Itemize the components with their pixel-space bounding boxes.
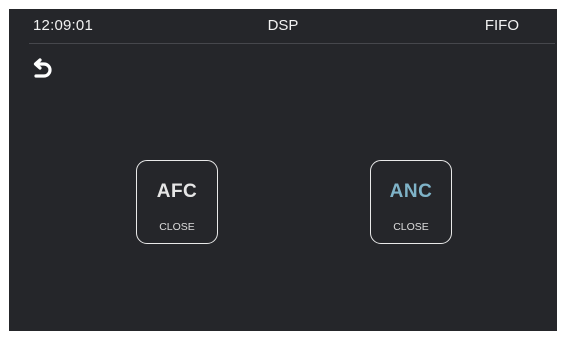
mode-label: FIFO [484, 17, 519, 34]
anc-status: CLOSE [393, 221, 429, 233]
back-button[interactable] [31, 58, 55, 84]
back-arrow-icon [33, 58, 52, 78]
anc-label: ANC [389, 181, 433, 202]
status-divider [29, 43, 555, 44]
status-bar: 12:09:01 DSP FIFO [9, 9, 557, 43]
dsp-screen: 12:09:01 DSP FIFO AFC CLOSE ANC CLOSE [9, 9, 557, 331]
screen-title: DSP [267, 17, 299, 34]
anc-toggle-button[interactable]: ANC CLOSE [370, 160, 452, 244]
afc-label: AFC [156, 181, 198, 202]
afc-status: CLOSE [159, 221, 195, 233]
afc-toggle-button[interactable]: AFC CLOSE [136, 160, 218, 244]
